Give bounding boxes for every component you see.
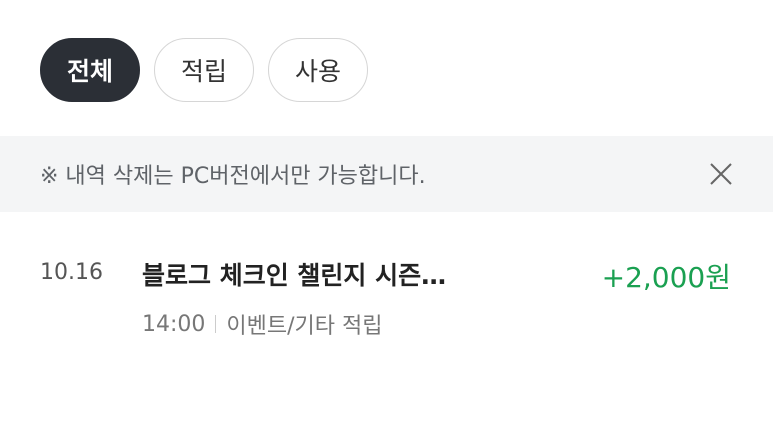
filter-all-button[interactable]: 전체 — [40, 38, 141, 102]
history-date: 10.16 — [40, 260, 103, 285]
history-time: 14:00 — [142, 311, 206, 337]
filter-earned-button[interactable]: 적립 — [154, 38, 255, 102]
history-meta: 14:00 이벤트/기타 적립 — [142, 308, 383, 340]
filter-used-button[interactable]: 사용 — [268, 38, 369, 102]
meta-divider — [215, 315, 217, 333]
history-item[interactable]: 10.16 블로그 체크인 챌린지 시즌… +2,000원 14:00 이벤트/… — [0, 250, 773, 350]
filter-tabs: 전체 적립 사용 — [40, 38, 369, 102]
history-category: 이벤트/기타 적립 — [226, 314, 383, 339]
notice-text: ※ 내역 삭제는 PC버전에서만 가능합니다. — [40, 164, 426, 189]
close-icon[interactable] — [709, 162, 733, 186]
points-history-page: 전체 적립 사용 ※ 내역 삭제는 PC버전에서만 가능합니다. 10.16 블… — [0, 0, 773, 424]
history-amount: +2,000원 — [601, 261, 731, 294]
history-title: 블로그 체크인 챌린지 시즌… — [142, 261, 447, 290]
notice-banner: ※ 내역 삭제는 PC버전에서만 가능합니다. — [0, 136, 773, 212]
